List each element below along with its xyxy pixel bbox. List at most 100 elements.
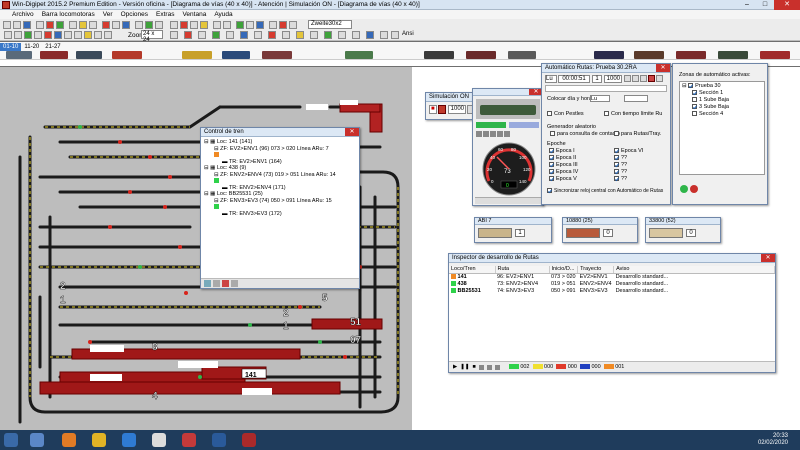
auto-routes-day-select[interactable]: Lu bbox=[590, 95, 610, 102]
table-row[interactable]: 438 73: ENV2>ENV4 019 > 051 ENV2>ENV4 De… bbox=[449, 280, 775, 287]
open-icon[interactable] bbox=[13, 21, 21, 29]
check-icon[interactable] bbox=[24, 31, 32, 39]
inspector-filter-icon[interactable] bbox=[478, 364, 484, 370]
taskbar-ie-icon[interactable] bbox=[122, 433, 136, 447]
epoch-extra-3[interactable]: ?? bbox=[614, 169, 643, 176]
record-icon[interactable] bbox=[102, 21, 110, 29]
train-item-3-tr[interactable]: ▬ TR: ENV3>EV3 (172) bbox=[204, 211, 356, 218]
ar-play-icon[interactable] bbox=[624, 75, 631, 82]
epoch-ii[interactable]: Epoca II bbox=[549, 155, 578, 162]
camera-icon[interactable] bbox=[352, 31, 360, 39]
refresh-icon[interactable] bbox=[324, 31, 332, 39]
loco-window-33800-speed[interactable]: 0 bbox=[686, 229, 696, 237]
loco-tab-01-10[interactable]: 01-10 bbox=[0, 43, 22, 51]
search-icon[interactable] bbox=[94, 31, 102, 39]
zone-root[interactable]: ⊟ Prueba 30 bbox=[682, 83, 762, 90]
loco-window-10880-speed[interactable]: 0 bbox=[603, 229, 613, 237]
loco-window-abi7-speed[interactable]: 1 bbox=[515, 229, 525, 237]
inspector-pause-icon[interactable]: ❚❚ bbox=[460, 364, 469, 370]
zoom-in-icon[interactable] bbox=[213, 21, 221, 29]
run-icon[interactable] bbox=[212, 31, 220, 39]
menu-ayuda[interactable]: Ayuda bbox=[214, 10, 232, 19]
brake-icon[interactable] bbox=[184, 31, 192, 39]
loco-thumb-4[interactable] bbox=[112, 51, 142, 59]
loco-thumb-12[interactable] bbox=[594, 51, 624, 59]
ar-pause-icon[interactable] bbox=[632, 75, 639, 82]
monitor-icon[interactable] bbox=[240, 31, 248, 39]
loco-f1-icon[interactable] bbox=[483, 131, 489, 137]
ar-settings-icon[interactable] bbox=[656, 75, 663, 82]
export-icon[interactable] bbox=[282, 31, 290, 39]
route-inspector-close[interactable]: ✕ bbox=[761, 254, 775, 262]
loco-thumb-14[interactable] bbox=[676, 51, 706, 59]
loco-f0-icon[interactable] bbox=[476, 131, 482, 137]
auto-routes-close[interactable]: ✕ bbox=[656, 64, 670, 72]
maximize-button[interactable]: □ bbox=[756, 0, 774, 10]
sound-icon[interactable] bbox=[338, 31, 346, 39]
loco-thumb-10[interactable] bbox=[466, 51, 496, 59]
route-icon[interactable] bbox=[89, 21, 97, 29]
loco-tab-11-20[interactable]: 11-20 bbox=[21, 43, 42, 51]
minimize-button[interactable]: – bbox=[738, 0, 756, 10]
zone-seccion-4[interactable]: Sección 4 bbox=[682, 111, 762, 118]
window-icon[interactable] bbox=[366, 31, 374, 39]
network-icon[interactable] bbox=[310, 31, 318, 39]
loco-thumb-9[interactable] bbox=[424, 51, 454, 59]
taskbar-clock[interactable]: 20:33 02/02/2020 bbox=[758, 433, 788, 447]
opt-consulta[interactable]: para consulta de contacto bbox=[550, 131, 620, 137]
taskbar-windigipet-icon[interactable] bbox=[242, 433, 256, 447]
inspector-play-icon[interactable]: ▶ bbox=[453, 364, 457, 370]
epoch-vi[interactable]: Epoca VI bbox=[614, 148, 643, 155]
track-icon[interactable] bbox=[190, 21, 198, 29]
go-icon[interactable] bbox=[56, 21, 64, 29]
zoom-out-icon[interactable] bbox=[223, 21, 231, 29]
settings-icon[interactable] bbox=[155, 21, 163, 29]
pause-icon[interactable] bbox=[246, 21, 254, 29]
stop-icon[interactable] bbox=[46, 21, 54, 29]
layout-select[interactable]: Zweite30x2 bbox=[308, 20, 352, 29]
auto-icon[interactable] bbox=[145, 21, 153, 29]
delete-icon[interactable] bbox=[44, 31, 52, 39]
table-row[interactable]: BB25531 74: ENV3>EV3 050 > 091 ENV3>EV3 … bbox=[449, 287, 775, 294]
taskbar-firefox-icon[interactable] bbox=[62, 433, 76, 447]
loco-direction-bar[interactable] bbox=[476, 122, 506, 128]
taskbar-folder-icon[interactable] bbox=[92, 433, 106, 447]
taskbar-word-icon[interactable] bbox=[212, 433, 226, 447]
emergency-icon[interactable] bbox=[180, 21, 188, 29]
loco-thumb-13[interactable] bbox=[634, 51, 664, 59]
signal-icon[interactable] bbox=[79, 21, 87, 29]
taskbar-opera-icon[interactable] bbox=[182, 433, 196, 447]
warning-icon[interactable] bbox=[84, 31, 92, 39]
menu-ver[interactable]: Ver bbox=[103, 10, 113, 19]
print-icon[interactable] bbox=[36, 21, 44, 29]
clock-icon[interactable] bbox=[256, 21, 264, 29]
arrow-left-icon[interactable] bbox=[64, 31, 72, 39]
new-icon[interactable] bbox=[3, 21, 11, 29]
epoch-i[interactable]: Epoca I bbox=[549, 148, 578, 155]
diagram-icon[interactable] bbox=[289, 21, 297, 29]
grid-icon[interactable] bbox=[135, 21, 143, 29]
loco-f3-icon[interactable] bbox=[497, 131, 503, 137]
loco-thumb-2[interactable] bbox=[40, 51, 68, 59]
loco-f2-icon[interactable] bbox=[490, 131, 496, 137]
arrow-right-icon[interactable] bbox=[74, 31, 82, 39]
epoch-iv[interactable]: Epoca IV bbox=[549, 169, 578, 176]
loco-thumb-15[interactable] bbox=[718, 51, 748, 59]
taskbar-explorer-icon[interactable] bbox=[30, 433, 44, 447]
taskbar-chrome-icon[interactable] bbox=[152, 433, 166, 447]
block-icon[interactable] bbox=[198, 31, 206, 39]
train-control-close[interactable]: ✕ bbox=[345, 128, 359, 136]
train-item-2-zf[interactable]: ⊟ ZF: ENV2>ENV4 (73) 019 > 051 Línea ARu… bbox=[204, 172, 356, 179]
menu-barra-locomotoras[interactable]: Barra locomotoras bbox=[42, 10, 95, 19]
menu-ventana[interactable]: Ventana bbox=[182, 10, 206, 19]
save-icon[interactable] bbox=[23, 21, 31, 29]
table-icon[interactable] bbox=[254, 31, 262, 39]
edit-icon[interactable] bbox=[4, 31, 12, 39]
flag-icon[interactable] bbox=[268, 31, 276, 39]
help-icon[interactable] bbox=[54, 31, 62, 39]
close-button[interactable]: ✕ bbox=[774, 0, 800, 10]
lock-icon[interactable] bbox=[226, 31, 234, 39]
auto-routes-day-short[interactable]: Lu bbox=[545, 75, 557, 83]
inspector-export-icon[interactable] bbox=[494, 364, 500, 370]
auto-routes-hour-field[interactable] bbox=[624, 95, 648, 102]
